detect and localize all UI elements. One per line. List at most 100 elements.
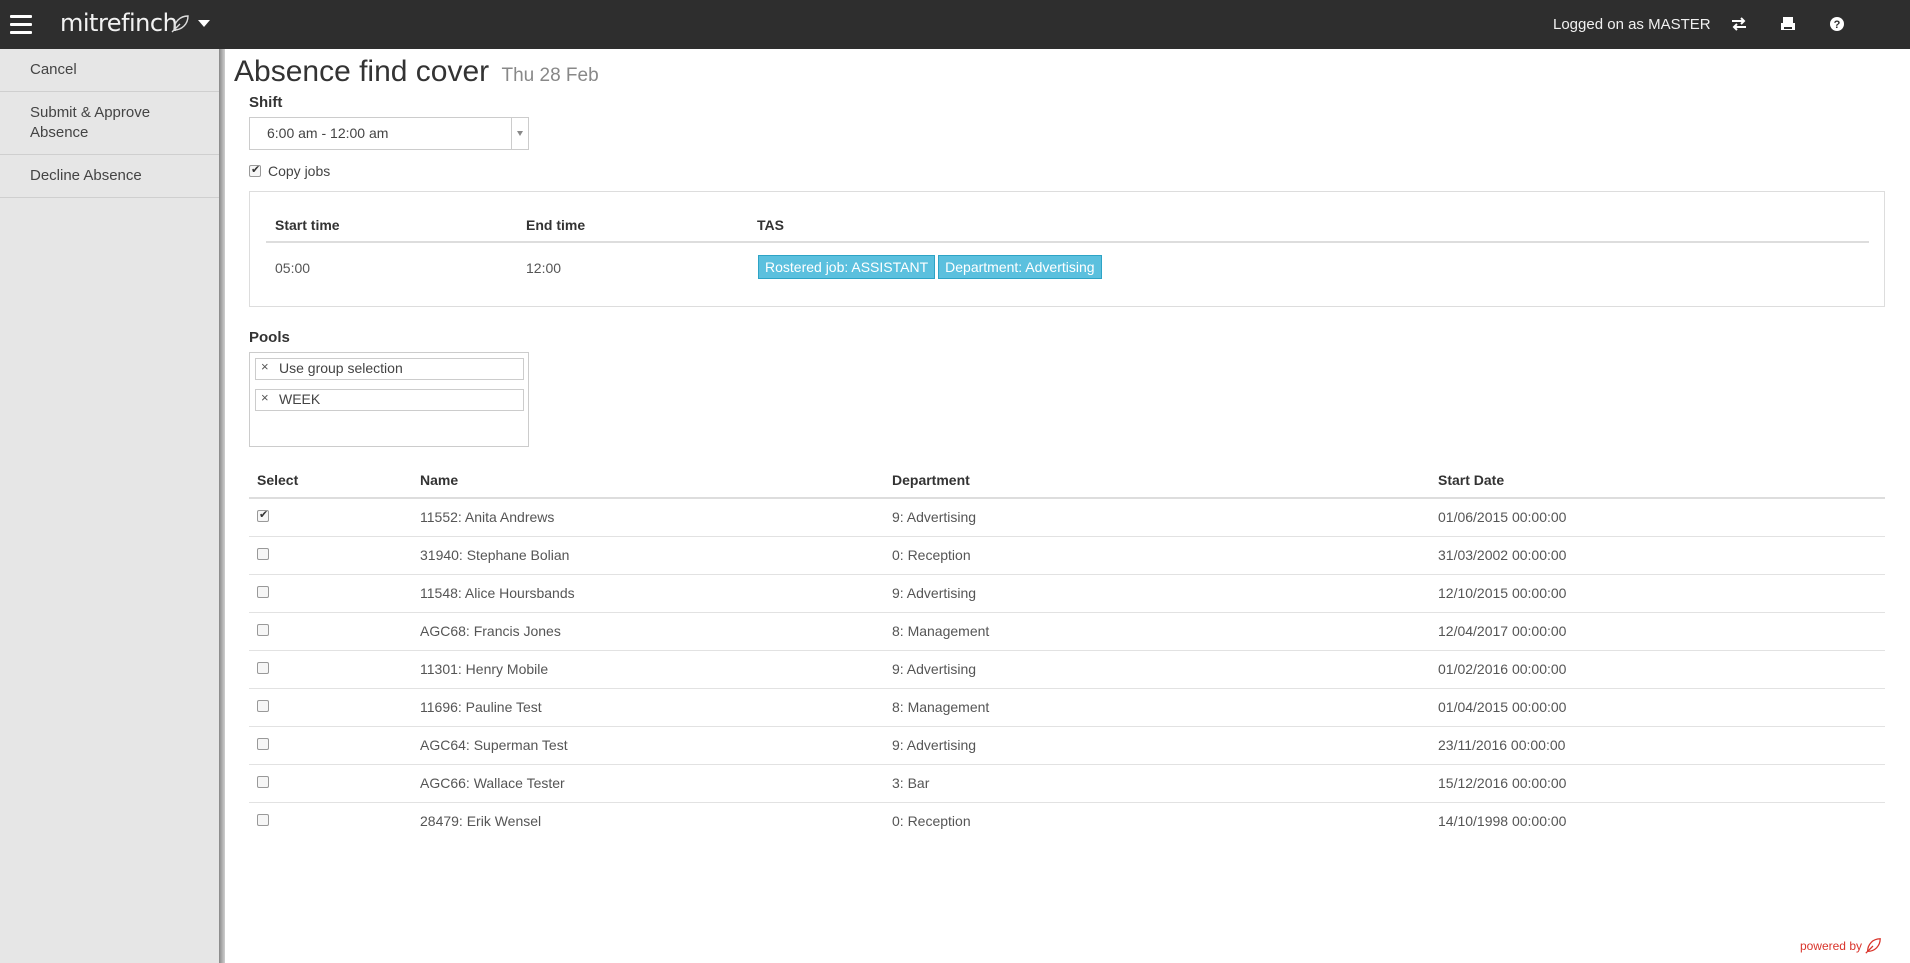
header-select: Select (249, 462, 412, 499)
employee-department: 9: Advertising (884, 574, 1430, 613)
header-name: Name (412, 462, 884, 499)
decline-absence-button[interactable]: Decline Absence (0, 155, 219, 198)
shift-label: Shift (249, 94, 283, 111)
employee-start-date: 01/04/2015 00:00:00 (1430, 688, 1885, 727)
employee-start-date: 01/06/2015 00:00:00 (1430, 498, 1885, 537)
select-cell (249, 802, 412, 840)
copy-jobs-checkbox[interactable] (249, 163, 261, 177)
top-bar: mitrefinch Logged on as MASTER ? (0, 0, 1910, 49)
select-cell (249, 612, 412, 651)
table-row[interactable]: 11301: Henry Mobile 9: Advertising 01/02… (249, 650, 1885, 689)
employee-name: 11301: Henry Mobile (412, 650, 884, 689)
jobs-table-header: Start time End time TAS (266, 217, 1869, 243)
table-row[interactable]: AGC66: Wallace Tester 3: Bar 15/12/2016 … (249, 764, 1885, 803)
select-cell (249, 498, 412, 537)
menu-icon[interactable] (10, 15, 32, 34)
powered-by-text: powered by (1799, 939, 1862, 953)
select-cell (249, 574, 412, 613)
tag-rostered-job: Rostered job: ASSISTANT (758, 255, 936, 279)
employee-department: 9: Advertising (884, 498, 1430, 537)
pool-chip: × Use group selection (255, 358, 524, 380)
pools-multiselect[interactable]: × Use group selection × WEEK (249, 352, 529, 447)
employee-department: 9: Advertising (884, 726, 1430, 765)
pool-chip: × WEEK (255, 389, 524, 411)
employee-name: AGC64: Superman Test (412, 726, 884, 765)
powered-by-footer[interactable]: powered by (1800, 937, 1882, 955)
row-select-checkbox[interactable] (257, 624, 269, 636)
employee-department: 8: Management (884, 612, 1430, 651)
sidebar-divider (219, 49, 225, 963)
logged-on-status: Logged on as MASTER (1553, 16, 1711, 33)
pool-chip-label: WEEK (279, 391, 321, 407)
jobs-header-tas: TAS (757, 217, 784, 233)
employee-start-date: 15/12/2016 00:00:00 (1430, 764, 1885, 803)
select-cell (249, 764, 412, 803)
row-select-checkbox[interactable] (257, 586, 269, 598)
row-select-checkbox[interactable] (257, 548, 269, 560)
dropdown-arrow-icon[interactable] (511, 118, 528, 149)
employee-name: 28479: Erik Wensel (420, 813, 542, 830)
page-title-text: Absence find cover (234, 55, 490, 88)
select-cell (249, 536, 412, 575)
cancel-button[interactable]: Cancel (0, 49, 219, 92)
header-department: Department (884, 462, 1430, 499)
copy-jobs-label: Copy jobs (268, 163, 331, 179)
employee-start-date: 23/11/2016 00:00:00 (1430, 726, 1885, 765)
table-row[interactable]: 28479: Erik Wensel 0: Reception 14/10/19… (249, 802, 1885, 840)
header-start-date: Start Date (1430, 462, 1885, 499)
table-row[interactable]: 11696: Pauline Test 8: Management 01/04/… (249, 688, 1885, 727)
employee-start-date: 12/10/2015 00:00:00 (1430, 574, 1885, 613)
row-select-checkbox[interactable] (257, 662, 269, 674)
employee-department: 0: Reception (884, 536, 1430, 575)
employee-name: 31940: Stephane Bolian (412, 536, 884, 575)
table-row[interactable]: 31940: Stephane Bolian 0: Reception 31/0… (249, 536, 1885, 575)
employee-department: 8: Management (884, 688, 1430, 727)
jobs-table-row: 05:00 12:00 Rostered job: ASSISTANT Depar… (266, 255, 1869, 283)
employee-start-date: 12/04/2017 00:00:00 (1430, 612, 1885, 651)
sidebar: Cancel Submit & Approve Absence Decline … (0, 49, 219, 963)
page-date: Thu 28 Feb (501, 65, 599, 86)
select-cell (249, 650, 412, 689)
svg-text:?: ? (1834, 19, 1841, 31)
pools-label: Pools (249, 329, 290, 346)
job-tas-tags: Rostered job: ASSISTANT Department: Adver… (758, 255, 1105, 279)
table-row[interactable]: 11548: Alice Hoursbands 9: Advertising 1… (249, 574, 1885, 613)
feather-icon (171, 15, 189, 33)
feather-icon (1865, 938, 1881, 954)
employee-department: 0: Reception (892, 813, 971, 830)
help-icon[interactable]: ? (1827, 14, 1847, 34)
job-start-time: 05:00 (275, 260, 311, 276)
employee-table: Select Name Department Start Date 11552:… (249, 462, 1885, 840)
row-select-checkbox[interactable] (257, 738, 269, 750)
table-row[interactable]: 11552: Anita Andrews 9: Advertising 01/0… (249, 498, 1885, 537)
submit-approve-absence-button[interactable]: Submit & Approve Absence (0, 92, 219, 155)
remove-chip-icon[interactable]: × (261, 390, 269, 405)
shift-select-value: 6:00 am - 12:00 am (267, 125, 389, 141)
select-cell (249, 726, 412, 765)
row-select-checkbox[interactable] (257, 814, 269, 827)
jobs-header-start: Start time (275, 217, 340, 233)
employee-department: 9: Advertising (884, 650, 1430, 689)
printer-icon[interactable] (1778, 14, 1798, 34)
employee-start-date: 01/02/2016 00:00:00 (1430, 650, 1885, 689)
remove-chip-icon[interactable]: × (261, 359, 269, 374)
row-select-checkbox[interactable] (257, 776, 269, 788)
shift-select[interactable]: 6:00 am - 12:00 am (249, 117, 529, 150)
row-select-checkbox[interactable] (257, 508, 269, 523)
jobs-header-end: End time (526, 217, 586, 233)
table-row[interactable]: AGC68: Francis Jones 8: Management 12/04… (249, 612, 1885, 651)
employee-start-date: 31/03/2002 00:00:00 (1430, 536, 1885, 575)
swap-icon[interactable] (1729, 14, 1749, 34)
jobs-panel: Start time End time TAS 05:00 12:00 Rost… (249, 191, 1885, 307)
chevron-down-icon[interactable] (198, 20, 210, 27)
employee-table-header: Select Name Department Start Date (249, 462, 1885, 499)
page-title: Absence find cover Thu 28 Feb (234, 55, 599, 89)
employee-name: 11548: Alice Hoursbands (412, 574, 884, 613)
job-end-time: 12:00 (526, 260, 562, 276)
employee-name: 11552: Anita Andrews (412, 498, 884, 537)
brand-logo[interactable]: mitrefinch (60, 9, 178, 37)
select-cell (249, 688, 412, 727)
table-row[interactable]: AGC64: Superman Test 9: Advertising 23/1… (249, 726, 1885, 765)
employee-start-date: 14/10/1998 00:00:00 (1438, 813, 1567, 830)
row-select-checkbox[interactable] (257, 700, 269, 712)
